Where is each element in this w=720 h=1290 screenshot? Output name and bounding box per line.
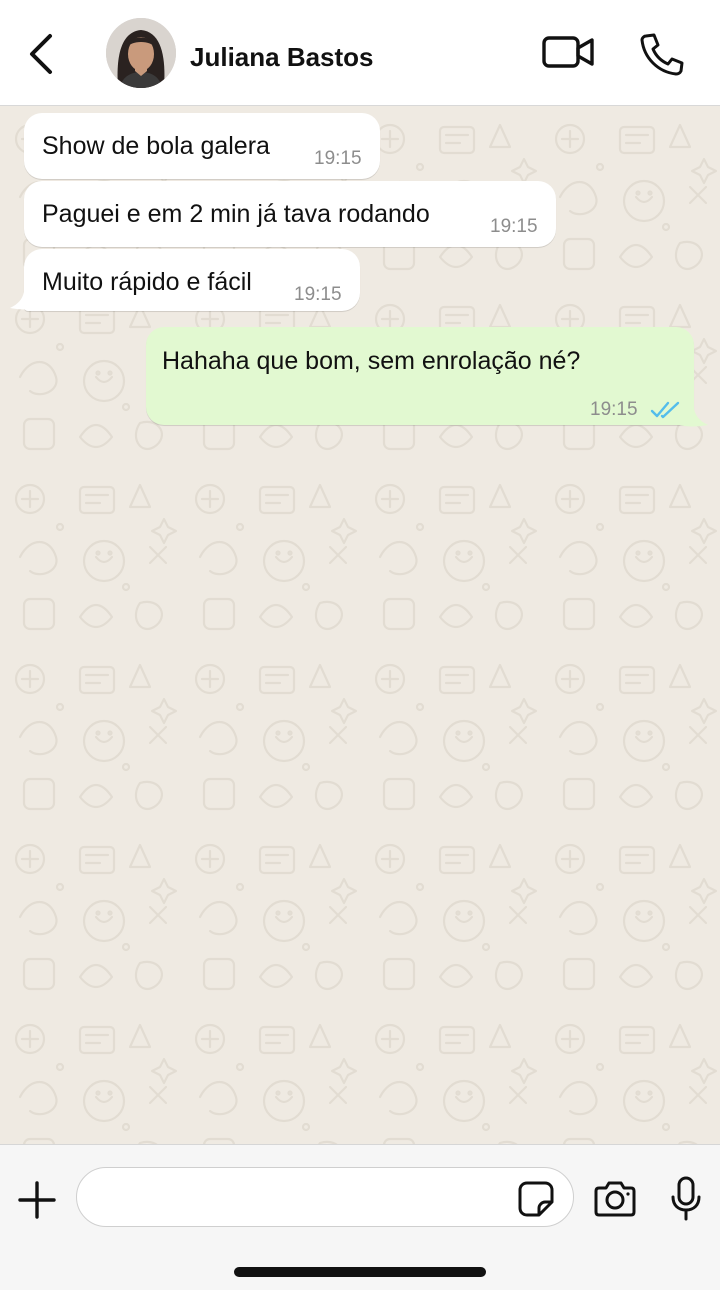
- phone-icon: [640, 33, 684, 76]
- message-input[interactable]: [97, 1178, 507, 1216]
- message-text: Show de bola galera: [42, 132, 270, 160]
- voice-call-button[interactable]: [636, 30, 686, 78]
- video-call-button[interactable]: [540, 30, 596, 74]
- message-time: 19:15: [314, 148, 362, 169]
- message-time: 19:15: [490, 216, 538, 237]
- bubble-tail: [10, 292, 38, 310]
- message-bubble-incoming[interactable]: Paguei e em 2 min já tava rodando 19:15: [24, 181, 556, 247]
- chevron-left-icon: [30, 34, 52, 74]
- chat-area[interactable]: Show de bola galera 19:15 Paguei e em 2 …: [0, 107, 720, 1144]
- message-input-container[interactable]: [76, 1167, 574, 1227]
- voice-message-button[interactable]: [668, 1175, 704, 1223]
- camera-icon: [594, 1181, 636, 1217]
- message-text: Muito rápido e fácil: [42, 268, 252, 296]
- chat-header: Juliana Bastos: [0, 0, 720, 106]
- message-time: 19:15: [590, 399, 638, 420]
- plus-icon: [18, 1181, 56, 1219]
- sticker-icon: [518, 1181, 554, 1217]
- camera-button[interactable]: [592, 1179, 638, 1219]
- microphone-icon: [671, 1176, 701, 1221]
- sticker-button[interactable]: [517, 1180, 555, 1218]
- composer-bar: [0, 1144, 720, 1290]
- avatar[interactable]: [106, 18, 176, 88]
- back-button[interactable]: [22, 30, 62, 78]
- contact-name[interactable]: Juliana Bastos: [190, 42, 374, 73]
- message-bubble-incoming[interactable]: Show de bola galera 19:15: [24, 113, 380, 179]
- contact-photo: [106, 18, 176, 88]
- read-receipt-icon: [650, 401, 680, 419]
- attach-button[interactable]: [16, 1179, 58, 1221]
- message-text: Paguei e em 2 min já tava rodando: [42, 200, 430, 228]
- message-time: 19:15: [294, 284, 342, 305]
- message-bubble-outgoing[interactable]: Hahaha que bom, sem enrolação né? 19:15: [146, 327, 694, 425]
- home-indicator[interactable]: [234, 1267, 486, 1277]
- bubble-tail: [680, 409, 708, 427]
- message-text: Hahaha que bom, sem enrolação né?: [162, 347, 581, 375]
- video-camera-icon: [542, 36, 594, 68]
- message-bubble-incoming[interactable]: Muito rápido e fácil 19:15: [24, 249, 360, 311]
